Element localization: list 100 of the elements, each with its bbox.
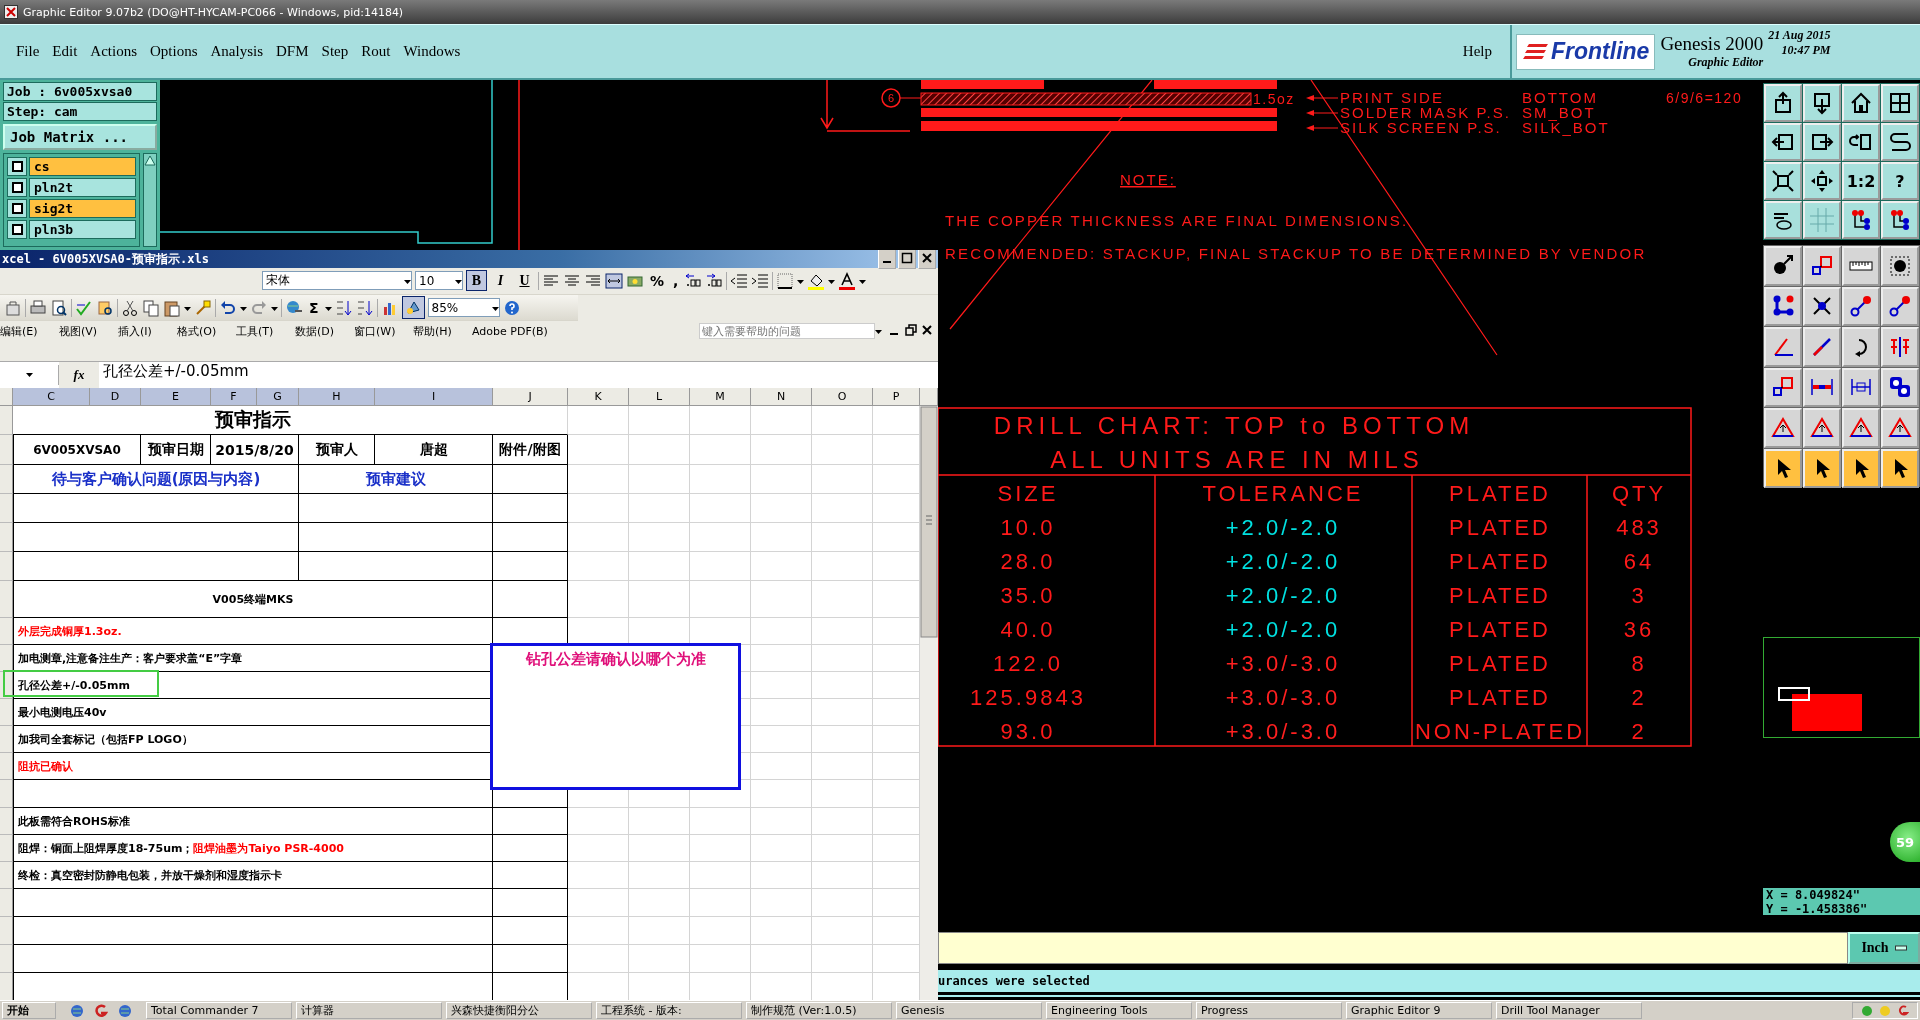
menu-item[interactable]: 视图(V) [59, 323, 118, 339]
column-header[interactable]: D [90, 388, 141, 406]
tool-button[interactable] [1764, 286, 1802, 326]
tool-button[interactable] [1764, 162, 1802, 200]
tool-button[interactable] [1842, 286, 1880, 326]
taskbar-button[interactable]: 计算器 [296, 1002, 442, 1019]
underline-button[interactable]: U [514, 270, 535, 292]
menu-item[interactable]: Step [315, 40, 355, 63]
taskbar-button[interactable]: Genesis [896, 1002, 1042, 1019]
column-header[interactable]: O [812, 388, 873, 406]
menu-item[interactable]: Rout [355, 40, 397, 63]
column-header[interactable]: H [299, 388, 375, 406]
close-button[interactable] [918, 250, 936, 269]
taskbar-button[interactable]: Graphic Editor 9 [1346, 1002, 1492, 1019]
tool-button[interactable] [1803, 246, 1841, 286]
layer-name[interactable]: pln3b [29, 220, 136, 239]
tool-button[interactable] [1842, 367, 1880, 407]
tool-button[interactable] [1803, 84, 1841, 122]
borders-icon[interactable] [776, 271, 795, 290]
print-preview-icon[interactable] [50, 298, 68, 317]
taskbar-button[interactable]: 制作规范 (Ver:1.0.5) [746, 1002, 892, 1019]
layer-checkbox[interactable] [7, 220, 27, 239]
layer-checkbox[interactable] [7, 199, 27, 218]
tool-button[interactable] [1881, 286, 1919, 326]
tool-button[interactable] [1881, 84, 1919, 122]
taskbar-button[interactable]: 工程系统 - 版本: [596, 1002, 742, 1019]
swirl-icon[interactable] [1897, 1004, 1909, 1017]
menu-item[interactable]: File [10, 40, 46, 63]
tool-button[interactable] [1881, 408, 1919, 448]
help-search-field[interactable]: 键入需要帮助的问题 [699, 323, 875, 340]
tool-button[interactable] [1803, 448, 1841, 488]
menu-item[interactable]: Analysis [204, 40, 270, 63]
menu-item[interactable]: 插入(I) [118, 323, 177, 339]
menu-item[interactable]: Windows [397, 40, 467, 63]
column-header[interactable]: L [629, 388, 690, 406]
taskbar-button[interactable]: Total Commander 7 [146, 1002, 292, 1019]
scrollbar[interactable] [143, 153, 157, 247]
menu-item[interactable]: 格式(O) [177, 323, 236, 339]
column-header[interactable]: K [568, 388, 629, 406]
column-header[interactable]: P [873, 388, 920, 406]
font-field[interactable]: 宋体 [262, 271, 412, 291]
column-header[interactable]: I [375, 388, 493, 406]
paste-icon[interactable] [163, 298, 181, 317]
swirl-icon[interactable] [94, 1003, 108, 1018]
globe-icon[interactable] [70, 1003, 84, 1018]
copy-icon[interactable] [142, 298, 160, 317]
tool-button[interactable] [1842, 448, 1880, 488]
tool-button[interactable] [1881, 201, 1919, 239]
tool-button[interactable]: ? [1881, 162, 1919, 200]
merge-icon[interactable] [605, 271, 623, 290]
tool-button[interactable]: 1:2 [1842, 162, 1880, 200]
format-painter-icon[interactable] [194, 298, 212, 317]
column-header[interactable]: F [211, 388, 257, 406]
research-icon[interactable] [96, 298, 114, 317]
scissors-icon[interactable] [121, 298, 139, 317]
help-icon[interactable] [502, 298, 521, 317]
tool-button[interactable] [1842, 327, 1880, 367]
tool-button[interactable] [1881, 367, 1919, 407]
layer-name[interactable]: cs [29, 157, 136, 176]
job-matrix-button[interactable]: Job Matrix ... [3, 124, 157, 150]
layer-checkbox[interactable] [7, 157, 27, 176]
font-color-icon[interactable] [838, 271, 857, 290]
tool-button[interactable] [1764, 201, 1802, 239]
tool-button[interactable] [1764, 448, 1802, 488]
sort-descending-icon[interactable] [355, 298, 374, 317]
menu-item[interactable]: 编辑(E) [0, 323, 59, 339]
globe-icon[interactable] [118, 1003, 132, 1018]
menu-item[interactable]: 帮助(H) [413, 323, 472, 339]
column-header[interactable]: C [13, 388, 90, 406]
sort-ascending-icon[interactable] [334, 298, 353, 317]
autosum-button[interactable]: Σ [306, 299, 322, 316]
minimize-button[interactable] [878, 250, 896, 269]
decrease-decimal-icon[interactable] [705, 271, 724, 290]
menu-item[interactable]: 窗口(W) [354, 323, 413, 339]
menu-item[interactable]: 工具(T) [236, 323, 295, 339]
font-size-field[interactable]: 10 [415, 271, 463, 291]
number-format-button[interactable]: , [670, 272, 682, 289]
menu-item[interactable]: 数据(D) [295, 323, 354, 339]
layer-name[interactable]: pln2t [29, 178, 136, 197]
italic-button[interactable]: I [490, 270, 511, 292]
help-menu[interactable]: Help [1456, 40, 1498, 63]
menu-item[interactable]: Edit [46, 40, 84, 63]
bold-button[interactable]: B [466, 270, 487, 292]
command-field[interactable] [938, 932, 1848, 964]
tool-button[interactable] [1764, 84, 1802, 122]
start-button[interactable]: 开始 [2, 1002, 56, 1019]
layer-name[interactable]: sig2t [29, 199, 136, 218]
tool-button[interactable] [1764, 123, 1802, 161]
formula-field[interactable]: 孔径公差+/-0.05mm [99, 362, 938, 388]
taskbar-button[interactable]: Engineering Tools [1046, 1002, 1192, 1019]
menu-item[interactable]: Actions [84, 40, 143, 63]
permission-icon[interactable] [4, 298, 22, 317]
tool-button[interactable] [1764, 367, 1802, 407]
tool-button[interactable] [1881, 246, 1919, 286]
menu-item[interactable]: Adobe PDF(B) [472, 324, 556, 338]
maximize-button[interactable] [898, 250, 916, 269]
increase-decimal-icon[interactable] [684, 271, 703, 290]
taskbar-button[interactable]: Progress [1196, 1002, 1342, 1019]
tool-button[interactable] [1881, 327, 1919, 367]
tool-button[interactable] [1881, 123, 1919, 161]
